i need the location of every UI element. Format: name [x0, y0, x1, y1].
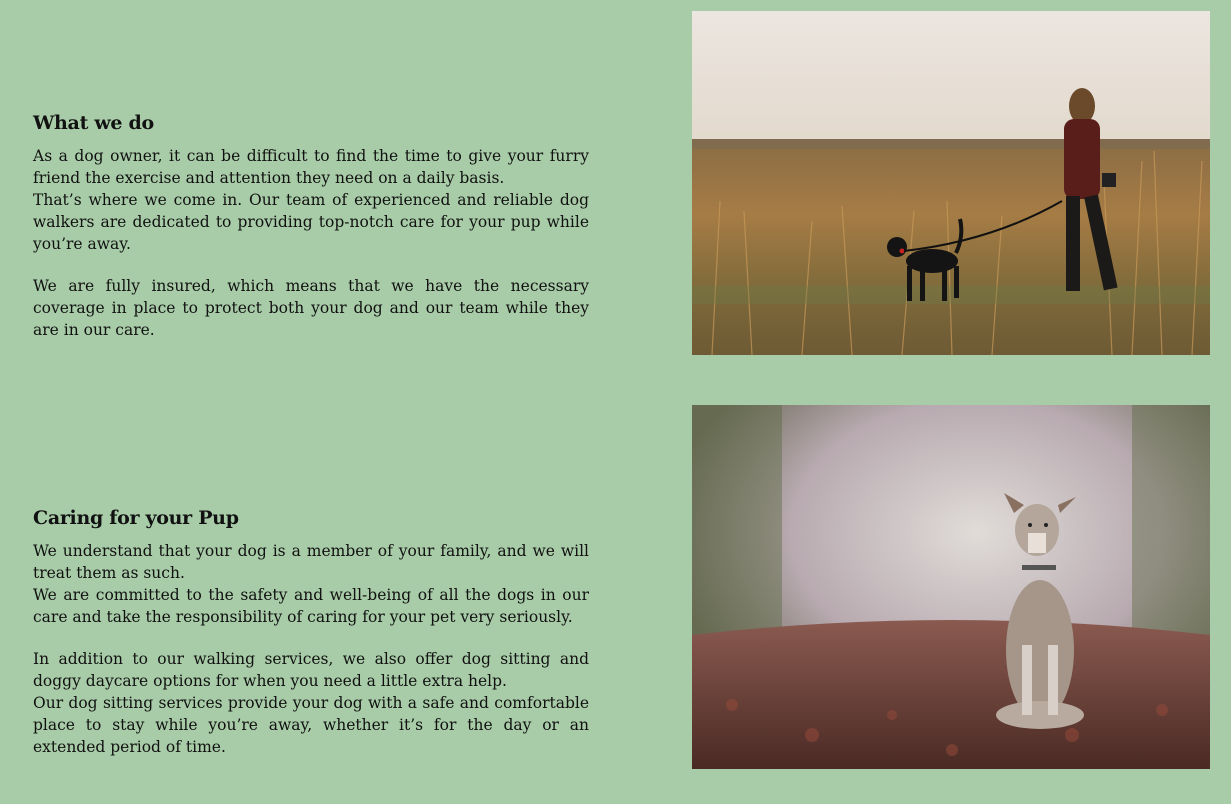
dog-sitting-photo	[692, 405, 1210, 769]
what-we-do-text: What we do As a dog owner, it can be dif…	[33, 111, 589, 341]
woman-walking-dog-in-field-photo-icon	[692, 11, 1210, 355]
section-heading: What we do	[33, 112, 154, 134]
section-heading: Caring for your Pup	[33, 507, 239, 529]
section-caring-for-your-pup: Caring for your Pup We understand that y…	[0, 380, 1231, 804]
section-what-we-do: What we do As a dog owner, it can be dif…	[0, 0, 1231, 380]
dog-sitting-in-autumn-leaves-photo-icon	[692, 405, 1210, 769]
caring-text: Caring for your Pup We understand that y…	[33, 506, 589, 758]
paragraph: Our dog sitting services provide your do…	[33, 694, 589, 756]
woman-walking-dog-photo	[692, 11, 1210, 355]
paragraph: We understand that your dog is a member …	[33, 542, 589, 582]
paragraph: That’s where we come in. Our team of exp…	[33, 191, 589, 253]
paragraph: We are committed to the safety and well-…	[33, 586, 589, 626]
paragraph: In addition to our walking services, we …	[33, 650, 589, 690]
paragraph: As a dog owner, it can be difficult to f…	[33, 147, 589, 187]
paragraph: We are fully insured, which means that w…	[33, 277, 589, 339]
